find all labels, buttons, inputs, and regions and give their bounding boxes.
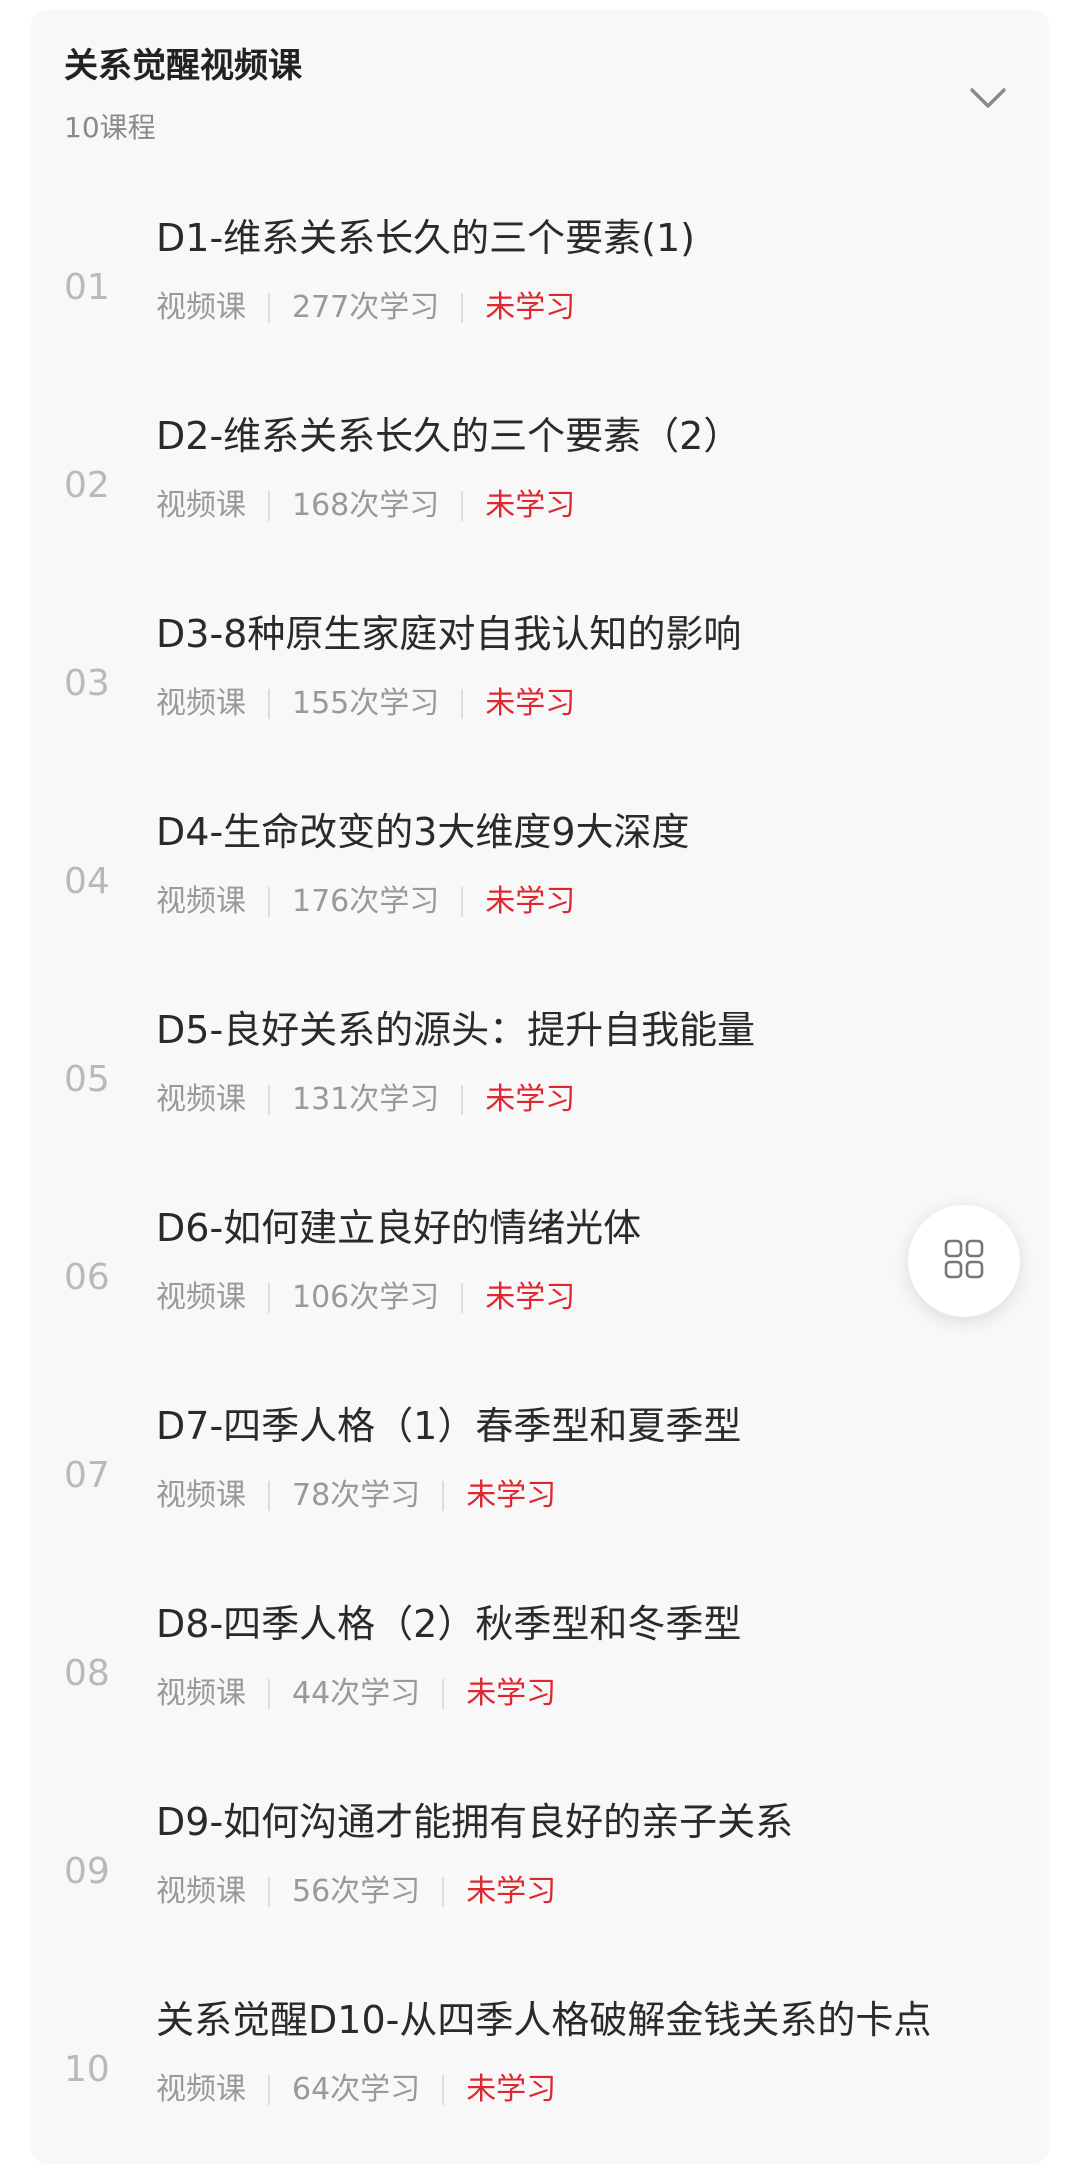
lesson-status: 未学习 <box>466 1478 557 1513</box>
lesson-type: 视频课 <box>156 2072 246 2107</box>
lesson-meta: 视频课 44次学习 未学习 <box>156 1674 556 1714</box>
lesson-study-count: 78次学习 <box>292 1478 421 1513</box>
meta-divider <box>461 689 464 719</box>
lesson-title: D5-良好关系的源头：提升自我能量 <box>156 1008 756 1052</box>
meta-divider <box>268 1877 270 1907</box>
meta-divider <box>268 1085 270 1115</box>
lesson-title: D9-如何沟通才能拥有良好的亲子关系 <box>156 1800 794 1844</box>
lesson-number: 07 <box>64 1455 110 1496</box>
lesson-status: 未学习 <box>485 290 576 325</box>
floating-menu-button[interactable] <box>908 1205 1020 1317</box>
lesson-type: 视频课 <box>156 1478 246 1513</box>
lesson-study-count: 277次学习 <box>292 290 440 325</box>
lesson-meta: 视频课 64次学习 未学习 <box>156 2070 556 2110</box>
lesson-item-10[interactable]: 10 关系觉醒D10-从四季人格破解金钱关系的卡点 视频课 64次学习 未学习 <box>30 1982 1050 2180</box>
lesson-study-count: 64次学习 <box>292 2072 421 2107</box>
lesson-number: 04 <box>64 861 110 902</box>
lesson-number: 02 <box>64 465 110 506</box>
meta-divider <box>268 689 270 719</box>
lesson-number: 06 <box>64 1257 110 1298</box>
meta-divider <box>461 1283 464 1313</box>
meta-divider <box>461 491 464 521</box>
lesson-study-count: 56次学习 <box>292 1874 421 1909</box>
meta-divider <box>268 491 270 521</box>
lesson-type: 视频课 <box>156 1874 246 1909</box>
meta-divider <box>442 2075 445 2105</box>
meta-divider <box>268 293 270 323</box>
lesson-meta: 视频课 155次学习 未学习 <box>156 684 575 724</box>
lesson-item-08[interactable]: 08 D8-四季人格（2）秋季型和冬季型 视频课 44次学习 未学习 <box>30 1586 1050 1784</box>
meta-divider <box>461 1085 464 1115</box>
lesson-type: 视频课 <box>156 1280 246 1315</box>
lesson-study-count: 106次学习 <box>292 1280 440 1315</box>
lesson-type: 视频课 <box>156 686 246 721</box>
lesson-number: 10 <box>64 2049 110 2090</box>
lesson-item-02[interactable]: 02 D2-维系关系长久的三个要素（2） 视频课 168次学习 未学习 <box>30 398 1050 596</box>
lesson-type: 视频课 <box>156 488 246 523</box>
lesson-status: 未学习 <box>466 2072 557 2107</box>
lesson-meta: 视频课 78次学习 未学习 <box>156 1476 556 1516</box>
lesson-title: D7-四季人格（1）春季型和夏季型 <box>156 1404 742 1448</box>
lesson-title: D3-8种原生家庭对自我认知的影响 <box>156 612 742 656</box>
lesson-list: 01 D1-维系关系长久的三个要素(1) 视频课 277次学习 未学习 02 D… <box>30 200 1050 2180</box>
lesson-item-07[interactable]: 07 D7-四季人格（1）春季型和夏季型 视频课 78次学习 未学习 <box>30 1388 1050 1586</box>
lesson-study-count: 131次学习 <box>292 1082 440 1117</box>
meta-divider <box>268 1283 270 1313</box>
section-header[interactable]: 关系觉醒视频课 10课程 <box>30 10 1050 170</box>
lesson-type: 视频课 <box>156 884 246 919</box>
lesson-number: 08 <box>64 1653 110 1694</box>
meta-divider <box>442 1679 445 1709</box>
meta-divider <box>268 887 270 917</box>
course-section-card: 关系觉醒视频课 10课程 01 D1-维系关系长久的三个要素(1) 视频课 27… <box>30 10 1050 2164</box>
lesson-meta: 视频课 131次学习 未学习 <box>156 1080 575 1120</box>
lesson-study-count: 176次学习 <box>292 884 440 919</box>
lesson-status: 未学习 <box>485 488 576 523</box>
lesson-status: 未学习 <box>485 1082 576 1117</box>
lesson-title: D4-生命改变的3大维度9大深度 <box>156 810 690 854</box>
lesson-meta: 视频课 56次学习 未学习 <box>156 1872 556 1912</box>
lesson-status: 未学习 <box>485 686 576 721</box>
lesson-number: 09 <box>64 1851 110 1892</box>
lesson-item-04[interactable]: 04 D4-生命改变的3大维度9大深度 视频课 176次学习 未学习 <box>30 794 1050 992</box>
lesson-item-09[interactable]: 09 D9-如何沟通才能拥有良好的亲子关系 视频课 56次学习 未学习 <box>30 1784 1050 1982</box>
meta-divider <box>442 1481 445 1511</box>
lesson-status: 未学习 <box>466 1874 557 1909</box>
section-title: 关系觉醒视频课 <box>64 46 302 86</box>
lesson-type: 视频课 <box>156 1676 246 1711</box>
lesson-study-count: 168次学习 <box>292 488 440 523</box>
lesson-status: 未学习 <box>466 1676 557 1711</box>
lesson-title: 关系觉醒D10-从四季人格破解金钱关系的卡点 <box>156 1998 932 2042</box>
meta-divider <box>268 1679 270 1709</box>
lesson-study-count: 155次学习 <box>292 686 440 721</box>
meta-divider <box>461 293 464 323</box>
meta-divider <box>442 1877 445 1907</box>
lesson-title: D6-如何建立良好的情绪光体 <box>156 1206 642 1250</box>
lesson-item-03[interactable]: 03 D3-8种原生家庭对自我认知的影响 视频课 155次学习 未学习 <box>30 596 1050 794</box>
lesson-number: 05 <box>64 1059 110 1100</box>
lesson-item-01[interactable]: 01 D1-维系关系长久的三个要素(1) 视频课 277次学习 未学习 <box>30 200 1050 398</box>
lesson-meta: 视频课 176次学习 未学习 <box>156 882 575 922</box>
chevron-down-icon[interactable] <box>966 76 1010 120</box>
lesson-title: D1-维系关系长久的三个要素(1) <box>156 216 695 260</box>
grid-menu-icon <box>943 1238 985 1284</box>
lesson-item-06[interactable]: 06 D6-如何建立良好的情绪光体 视频课 106次学习 未学习 <box>30 1190 1050 1388</box>
lesson-type: 视频课 <box>156 290 246 325</box>
lesson-status: 未学习 <box>485 1280 576 1315</box>
lesson-status: 未学习 <box>485 884 576 919</box>
meta-divider <box>461 887 464 917</box>
meta-divider <box>268 2075 270 2105</box>
lesson-title: D2-维系关系长久的三个要素（2） <box>156 414 742 458</box>
lesson-number: 03 <box>64 663 110 704</box>
lesson-meta: 视频课 106次学习 未学习 <box>156 1278 575 1318</box>
lesson-title: D8-四季人格（2）秋季型和冬季型 <box>156 1602 742 1646</box>
lesson-item-05[interactable]: 05 D5-良好关系的源头：提升自我能量 视频课 131次学习 未学习 <box>30 992 1050 1190</box>
section-lesson-count: 10课程 <box>64 111 156 144</box>
meta-divider <box>268 1481 270 1511</box>
lesson-meta: 视频课 168次学习 未学习 <box>156 486 575 526</box>
lesson-type: 视频课 <box>156 1082 246 1117</box>
lesson-number: 01 <box>64 267 110 308</box>
lesson-meta: 视频课 277次学习 未学习 <box>156 288 575 328</box>
lesson-study-count: 44次学习 <box>292 1676 421 1711</box>
